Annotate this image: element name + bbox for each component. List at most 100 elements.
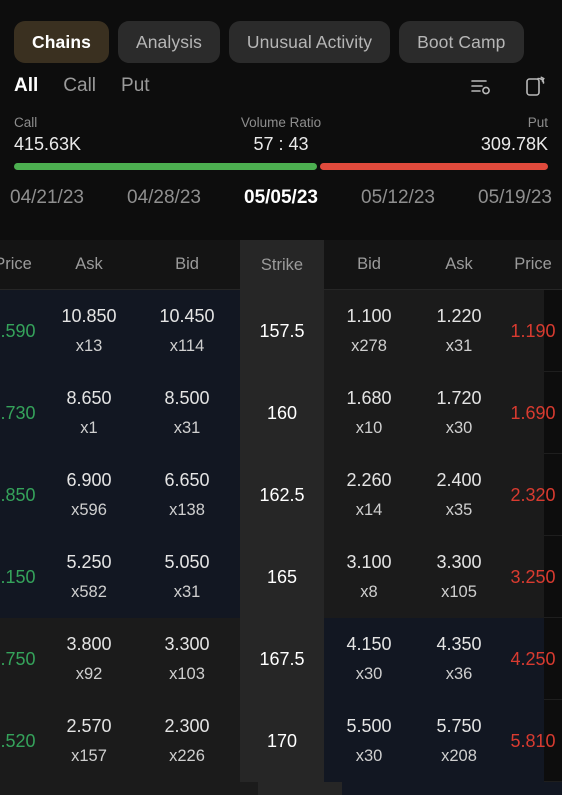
call-price[interactable]: 3.750 xyxy=(0,618,44,700)
call-volume-value: 415.63K xyxy=(14,134,82,154)
table-row[interactable]: 5.150 5.250 x582 5.050 x31 165 3.100 x8 3.300 x10… xyxy=(0,536,562,618)
strike-cell[interactable]: 160 xyxy=(240,372,324,454)
strike-cell[interactable]: 167.5 xyxy=(240,618,324,700)
strike-cell[interactable]: 157.5 xyxy=(240,290,324,372)
filter-all[interactable]: All xyxy=(14,75,38,97)
strike-cell[interactable]: 165 xyxy=(240,536,324,618)
table-body: 0.59010.850x1310.450x114157.51.100x2781.… xyxy=(0,290,562,795)
call-ask[interactable]: 5.250 x582 xyxy=(44,536,134,618)
expiry-04-21-23[interactable]: 04/21/23 xyxy=(6,187,88,209)
put-price-value: 1.190 xyxy=(510,321,556,341)
put-price-value: 2.320 xyxy=(510,485,556,505)
put-price[interactable]: 5.810 xyxy=(504,700,562,782)
put-ask[interactable]: 1.720 x30 xyxy=(414,372,504,454)
put-price-value: 1.690 xyxy=(510,403,556,423)
call-bid[interactable]: 3.300 x103 xyxy=(134,618,240,700)
call-price-value: 5.150 xyxy=(0,567,36,587)
header-put-ask[interactable]: Ask xyxy=(414,255,504,274)
expiry-05-19-23[interactable]: 05/19/23 xyxy=(474,187,556,209)
table-row[interactable]: 6.850 6.900 x596 6.650 x138 162.5 2.260 x14 2.40… xyxy=(0,454,562,536)
call-price[interactable]: 5.150 xyxy=(0,536,44,618)
put-ask-size: x105 xyxy=(441,583,477,601)
call-bid[interactable]: 5.050 x31 xyxy=(134,536,240,618)
put-bid[interactable]: 1.680 x10 xyxy=(324,372,414,454)
call-side: 8.730 8.650 x1 8.500 x31 xyxy=(0,372,240,454)
table-row[interactable]: 2.520 2.570 x157 2.300 x226 170 5.500 x30 5.750 x… xyxy=(0,700,562,782)
put-price[interactable]: 1.190 xyxy=(504,290,562,372)
put-bid[interactable]: 1.100 x278 xyxy=(324,290,414,372)
call-ask[interactable]: 8.650 x1 xyxy=(44,372,134,454)
put-price[interactable]: 2.320 xyxy=(504,454,562,536)
tab-boot-camp[interactable]: Boot Camp xyxy=(399,21,524,63)
strike-cell[interactable]: 162.5 xyxy=(240,454,324,536)
table-row[interactable]: 3.750 3.800 x92 3.300 x103 167.5 4.150 x30 4.350… xyxy=(0,618,562,700)
header-call-ask[interactable]: Ask xyxy=(44,255,134,274)
filter-put[interactable]: Put xyxy=(121,75,150,97)
put-ask-value: 3.300 xyxy=(436,552,482,572)
put-side: 4.150 x30 4.350 x36 4.250 xyxy=(324,618,556,700)
call-ask[interactable]: 6.900 x596 xyxy=(44,454,134,536)
table-row[interactable]: 8.7308.650x18.500x311601.680x101.720x30 1… xyxy=(0,372,562,454)
call-bid[interactable]: 6.650 x138 xyxy=(134,454,240,536)
call-price[interactable]: 8.730 xyxy=(0,372,44,454)
strike-cell[interactable]: 170 xyxy=(240,700,324,782)
put-bid[interactable]: 2.260 x14 xyxy=(324,454,414,536)
expiry-05-05-23[interactable]: 05/05/23 xyxy=(240,187,322,209)
volume-ratio: Volume Ratio 57 : 43 xyxy=(241,114,321,156)
call-price[interactable]: 6.850 xyxy=(0,454,44,536)
call-price[interactable]: 2.520 xyxy=(0,700,44,782)
strike-cell xyxy=(258,782,342,795)
put-ask[interactable]: 4.350 x36 xyxy=(414,618,504,700)
put-bid-size: x10 xyxy=(355,419,383,437)
call-bid-value: 10.450 xyxy=(159,306,215,326)
put-price[interactable]: 4.250 xyxy=(504,618,562,700)
put-price[interactable]: 1.690 xyxy=(504,372,562,454)
header-call-bid[interactable]: Bid xyxy=(134,255,240,274)
put-side: 1.100 x278 1.220 x31 1.190 xyxy=(324,290,556,372)
call-ask[interactable]: 2.570 x157 xyxy=(44,700,134,782)
put-bid[interactable]: 3.100 x8 xyxy=(324,536,414,618)
call-ask[interactable]: 10.850 x13 xyxy=(44,290,134,372)
call-volume-label: Call xyxy=(14,115,38,130)
header-put-bid[interactable]: Bid xyxy=(324,255,414,274)
put-bid-value: 3.100 xyxy=(346,552,392,572)
call-bid-size: x114 xyxy=(169,337,205,355)
header-strike[interactable]: Strike xyxy=(240,240,324,290)
filter-settings-icon[interactable] xyxy=(468,73,494,99)
filter-call[interactable]: Call xyxy=(63,75,96,97)
call-bid[interactable]: 8.500 x31 xyxy=(134,372,240,454)
put-ask[interactable]: 1.220 x31 xyxy=(414,290,504,372)
put-bid[interactable]: 5.500 x30 xyxy=(324,700,414,782)
tab-analysis[interactable]: Analysis xyxy=(117,21,220,63)
tab-chains[interactable]: Chains xyxy=(14,21,109,63)
call-bid[interactable]: 10.450 x114 xyxy=(134,290,240,372)
call-ask-value: 2.570 xyxy=(66,716,112,736)
put-bid[interactable]: 4.150 x30 xyxy=(324,618,414,700)
put-price-value: 4.250 xyxy=(510,649,556,669)
put-ask[interactable]: 2.400 x35 xyxy=(414,454,504,536)
put-side: 5.500 x30 5.750 x208 5.810 xyxy=(324,700,556,782)
header-put-price[interactable]: Price xyxy=(504,255,562,274)
call-bid[interactable]: 2.300 x226 xyxy=(134,700,240,782)
put-side: 2.260 x14 2.400 x35 2.320 xyxy=(324,454,556,536)
table-row-partial[interactable] xyxy=(0,782,562,795)
call-price[interactable]: 0.590 xyxy=(0,290,44,372)
expiry-05-12-23[interactable]: 05/12/23 xyxy=(357,187,439,209)
put-ask-value: 4.350 xyxy=(436,634,482,654)
call-side: 2.520 2.570 x157 2.300 x226 xyxy=(0,700,240,782)
put-bid-value: 1.100 xyxy=(346,306,392,326)
rotate-screen-icon[interactable] xyxy=(522,73,548,99)
tab-unusual-activity[interactable]: Unusual Activity xyxy=(228,21,391,63)
header-call-price[interactable]: Price xyxy=(0,255,44,274)
call-price-value: 0.590 xyxy=(0,321,36,341)
expiry-04-28-23[interactable]: 04/28/23 xyxy=(123,187,205,209)
put-ask[interactable]: 3.300 x105 xyxy=(414,536,504,618)
call-bid-value: 2.300 xyxy=(164,716,210,736)
put-price[interactable]: 3.250 xyxy=(504,536,562,618)
table-row[interactable]: 0.59010.850x1310.450x114157.51.100x2781.… xyxy=(0,290,562,372)
put-ask[interactable]: 5.750 x208 xyxy=(414,700,504,782)
strike-value: 157.5 xyxy=(259,320,305,341)
call-ask[interactable]: 3.800 x92 xyxy=(44,618,134,700)
call-ask-size: x157 xyxy=(71,747,107,765)
call-bid-value: 3.300 xyxy=(164,634,210,654)
